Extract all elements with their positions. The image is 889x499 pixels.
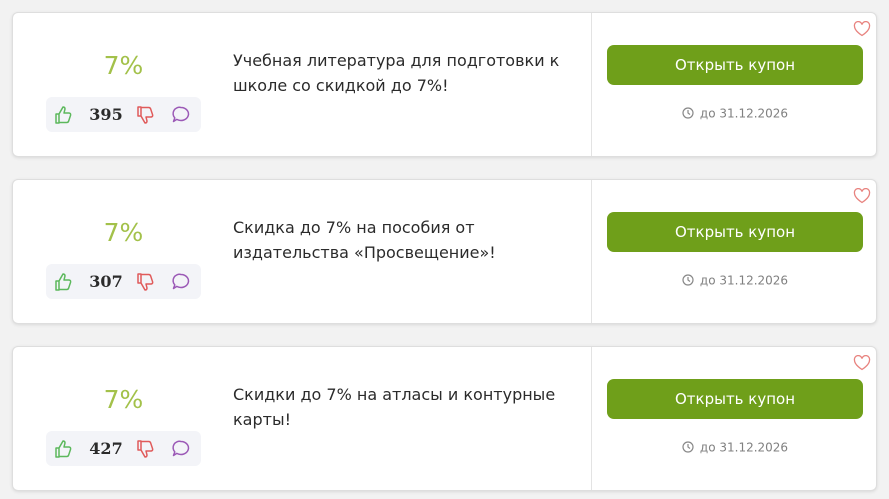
clock-icon — [682, 273, 694, 286]
vote-count: 395 — [89, 105, 123, 124]
expiry-date: до 31.12.2026 — [699, 440, 789, 455]
coupon-card: 7% 427 Скидки до 7% на атласы и контурны… — [12, 346, 877, 491]
thumb-down-icon[interactable] — [135, 439, 155, 459]
divider — [591, 180, 592, 323]
comment-icon[interactable] — [171, 105, 191, 125]
clock-icon — [682, 440, 694, 453]
expiry-date: до 31.12.2026 — [699, 273, 789, 288]
open-coupon-button[interactable]: Открыть купон — [607, 212, 863, 252]
coupon-title: Скидка до 7% на пособия от издательства … — [233, 218, 496, 262]
heart-icon[interactable] — [853, 20, 871, 37]
divider — [591, 13, 592, 156]
thumb-down-icon[interactable] — [135, 272, 155, 292]
vote-count: 307 — [89, 272, 123, 291]
vote-bar: 307 — [46, 264, 201, 299]
divider — [591, 347, 592, 490]
expiry: до 31.12.2026 — [607, 106, 863, 121]
coupon-title: Учебная литература для подготовки к школ… — [233, 51, 560, 95]
vote-bar: 395 — [46, 97, 201, 132]
discount-value: 7% — [103, 51, 144, 80]
coupon-card: 7% 307 Скидка до 7% на пособия от издате… — [12, 179, 877, 324]
discount-value: 7% — [103, 218, 144, 247]
vote-count: 427 — [89, 439, 123, 458]
heart-icon[interactable] — [853, 187, 871, 204]
open-coupon-button[interactable]: Открыть купон — [607, 45, 863, 85]
comment-icon[interactable] — [171, 272, 191, 292]
expiry: до 31.12.2026 — [607, 273, 863, 288]
expiry-date: до 31.12.2026 — [699, 106, 789, 121]
comment-icon[interactable] — [171, 439, 191, 459]
thumb-up-icon[interactable] — [53, 272, 73, 292]
thumb-up-icon[interactable] — [53, 105, 73, 125]
clock-icon — [682, 106, 694, 119]
coupon-title: Скидки до 7% на атласы и контурные карты… — [233, 385, 556, 429]
coupon-card: 7% 395 Учебная литература для подготовки… — [12, 12, 877, 157]
thumb-up-icon[interactable] — [53, 439, 73, 459]
expiry: до 31.12.2026 — [607, 440, 863, 455]
thumb-down-icon[interactable] — [135, 105, 155, 125]
discount-value: 7% — [103, 385, 144, 414]
vote-bar: 427 — [46, 431, 201, 466]
heart-icon[interactable] — [853, 354, 871, 371]
open-coupon-button[interactable]: Открыть купон — [607, 379, 863, 419]
